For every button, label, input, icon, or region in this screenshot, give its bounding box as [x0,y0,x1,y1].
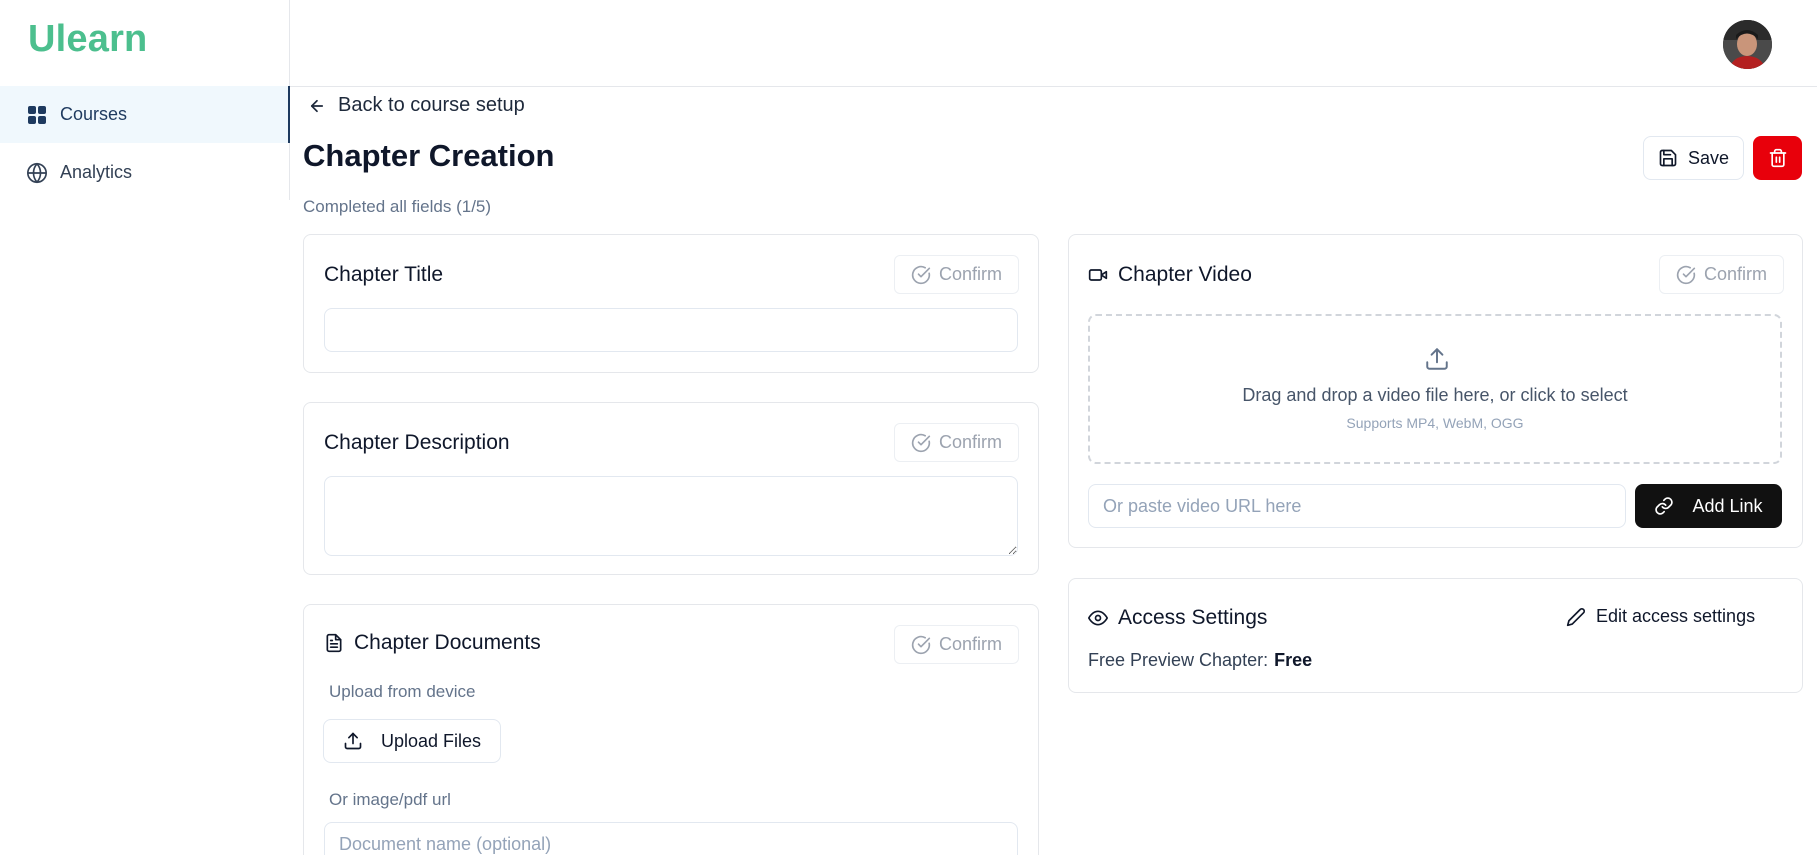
check-circle-icon [911,265,931,284]
globe-icon [26,162,48,184]
confirm-title-button[interactable]: Confirm [894,255,1019,294]
chapter-documents-card: Chapter Documents Confirm Upload from de… [303,604,1039,855]
confirm-label: Confirm [938,264,1002,284]
add-link-button[interactable]: Add Link [1635,484,1782,528]
completion-status: Completed all fields (1/5) [303,197,492,216]
trash-icon [1769,148,1786,168]
page-title: Chapter Creation [303,138,555,173]
chapter-title-card: Chapter Title Confirm [303,234,1039,373]
header-divider [290,86,1817,87]
chapter-video-heading: Chapter Video [1088,263,1252,287]
free-preview-value: Free [1274,650,1313,670]
chapter-documents-label: Chapter Documents [354,631,541,654]
confirm-label: Confirm [938,634,1002,654]
add-link-label: Add Link [1692,495,1763,516]
grid-icon [26,104,48,126]
video-dropzone[interactable]: Drag and drop a video file here, or clic… [1088,314,1782,464]
document-name-input[interactable] [324,822,1018,855]
sidebar: Ulearn Courses Analytics [0,0,290,200]
upload-files-button[interactable]: Upload Files [323,719,501,763]
confirm-documents-button[interactable]: Confirm [894,625,1019,664]
access-settings-heading: Access Settings [1088,606,1267,630]
dropzone-text: Drag and drop a video file here, or clic… [1242,385,1628,405]
sidebar-item-courses[interactable]: Courses [0,86,290,143]
video-url-input[interactable] [1088,484,1626,528]
document-icon [326,633,342,653]
chapter-description-card: Chapter Description Confirm [303,402,1039,575]
confirm-description-button[interactable]: Confirm [894,423,1019,462]
chapter-video-card: Chapter Video Confirm Drag and drop a vi… [1068,234,1803,548]
dropzone-subtext: Supports MP4, WebM, OGG [1346,415,1524,431]
free-preview-label: Free Preview Chapter: [1088,650,1269,670]
upload-files-label: Upload Files [380,730,482,751]
chapter-title-input[interactable] [324,308,1018,352]
arrow-left-icon [310,99,324,112]
chapter-description-heading: Chapter Description [324,431,510,454]
sidebar-item-analytics[interactable]: Analytics [0,144,290,201]
check-circle-icon [911,635,931,654]
save-button-label: Save [1687,147,1730,168]
upload-from-device-label: Upload from device [329,682,476,701]
sidebar-item-label: Analytics [60,162,133,182]
upload-icon [344,732,362,750]
link-icon [1655,497,1674,515]
video-camera-icon [1088,269,1108,281]
check-circle-icon [911,433,931,452]
user-avatar[interactable] [1723,20,1772,69]
pencil-icon [1566,607,1585,626]
back-to-course-link[interactable]: Back to course setup [308,94,525,117]
confirm-label: Confirm [1703,264,1767,284]
chapter-video-label: Chapter Video [1118,263,1252,286]
chapter-title-heading: Chapter Title [324,263,444,286]
confirm-label: Confirm [938,432,1002,452]
chapter-description-textarea[interactable] [324,476,1018,556]
sidebar-item-label: Courses [60,104,128,124]
access-settings-label: Access Settings [1118,606,1268,629]
upload-icon [1426,348,1448,370]
edit-access-label: Edit access settings [1596,606,1756,626]
free-preview-row: Free Preview Chapter: Free [1088,650,1312,671]
eye-icon [1088,610,1108,626]
app-logo: Ulearn [28,18,148,60]
save-button[interactable]: Save [1643,136,1744,180]
delete-button[interactable] [1753,136,1802,180]
back-link-label: Back to course setup [338,94,525,116]
edit-access-settings-button[interactable]: Edit access settings [1566,606,1755,627]
document-url-label: Or image/pdf url [329,790,451,809]
save-icon [1659,149,1677,167]
check-circle-icon [1676,265,1696,284]
chapter-documents-heading: Chapter Documents [324,631,541,655]
confirm-video-button[interactable]: Confirm [1659,255,1784,294]
access-settings-card: Access Settings Edit access settings Fre… [1068,578,1803,693]
